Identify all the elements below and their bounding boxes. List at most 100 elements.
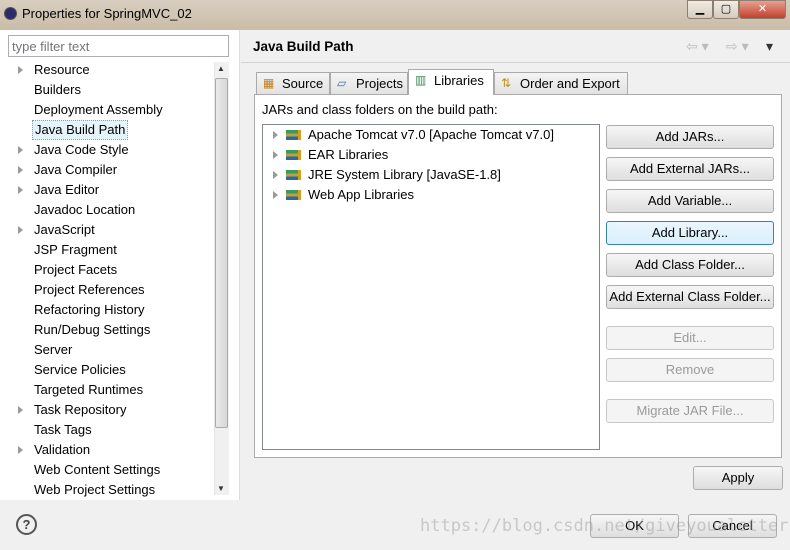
order-export-icon: ⇅ bbox=[501, 76, 512, 90]
expand-icon[interactable] bbox=[18, 166, 23, 174]
tab-projects[interactable]: ▱ Projects bbox=[330, 72, 408, 94]
scroll-thumb[interactable] bbox=[215, 78, 228, 428]
migrate-jar-button[interactable]: Migrate JAR File... bbox=[606, 399, 774, 423]
sidebar-item[interactable]: Task Repository bbox=[0, 400, 214, 420]
sidebar-item-label: Java Code Style bbox=[34, 142, 129, 157]
add-variable-button[interactable]: Add Variable... bbox=[606, 189, 774, 213]
sidebar-item[interactable]: Refactoring History bbox=[0, 300, 214, 320]
sidebar-item[interactable]: Task Tags bbox=[0, 420, 214, 440]
library-icon bbox=[286, 190, 301, 200]
sidebar-item[interactable]: Web Project Settings bbox=[0, 480, 214, 500]
minimize-button[interactable]: ▁ bbox=[687, 0, 713, 19]
sidebar-item-label: Refactoring History bbox=[34, 302, 145, 317]
sidebar-item[interactable]: Java Compiler bbox=[0, 160, 214, 180]
divider bbox=[241, 62, 790, 63]
window-title: Properties for SpringMVC_02 bbox=[22, 6, 192, 21]
sidebar-item[interactable]: Javadoc Location bbox=[0, 200, 214, 220]
scroll-up-icon[interactable]: ▲ bbox=[217, 64, 225, 73]
sidebar-item[interactable]: Validation bbox=[0, 440, 214, 460]
tab-order-export[interactable]: ⇅ Order and Export bbox=[494, 72, 628, 94]
back-icon[interactable]: ⇦ ▾ bbox=[686, 38, 709, 55]
preferences-tree: Resource Builders Deployment Assembly Java … bbox=[0, 60, 214, 500]
library-icon bbox=[286, 150, 301, 160]
expand-icon[interactable] bbox=[273, 151, 278, 159]
expand-icon[interactable] bbox=[273, 131, 278, 139]
tab-label: Source bbox=[282, 76, 324, 91]
library-icon bbox=[286, 130, 301, 140]
sidebar-item[interactable]: Web Content Settings bbox=[0, 460, 214, 480]
expand-icon[interactable] bbox=[18, 186, 23, 194]
sidebar-item[interactable]: Project References bbox=[0, 280, 214, 300]
sidebar-item-label: Resource bbox=[34, 62, 90, 77]
library-label: Web App Libraries bbox=[308, 187, 414, 202]
apply-button[interactable]: Apply bbox=[693, 466, 783, 490]
sidebar-item-label: JavaScript bbox=[34, 222, 95, 237]
sidebar-item-label: Run/Debug Settings bbox=[34, 322, 151, 337]
sidebar-item[interactable]: Server bbox=[0, 340, 214, 360]
expand-icon[interactable] bbox=[18, 406, 23, 414]
sidebar-item-label: Service Policies bbox=[34, 362, 126, 377]
expand-icon[interactable] bbox=[18, 446, 23, 454]
sidebar-item[interactable]: Java Build Path bbox=[0, 120, 214, 140]
sidebar-item-label: JSP Fragment bbox=[34, 242, 117, 257]
sidebar-item[interactable]: Java Editor bbox=[0, 180, 214, 200]
tab-source[interactable]: ▦ Source bbox=[256, 72, 330, 94]
sidebar-item-label: Task Repository bbox=[34, 402, 127, 417]
library-icon bbox=[286, 170, 301, 180]
sidebar-item-label: Javadoc Location bbox=[34, 202, 136, 217]
add-external-class-folder-button[interactable]: Add External Class Folder... bbox=[606, 285, 774, 309]
expand-icon[interactable] bbox=[273, 171, 278, 179]
sidebar-item-label: Java Build Path bbox=[32, 120, 129, 140]
edit-button[interactable]: Edit... bbox=[606, 326, 774, 350]
sidebar-item-label: Project Facets bbox=[34, 262, 118, 277]
sidebar-item[interactable]: Resource bbox=[0, 60, 214, 80]
tab-label: Projects bbox=[356, 76, 403, 91]
tab-libraries[interactable]: ▥ Libraries bbox=[408, 69, 494, 95]
help-icon[interactable]: ? bbox=[16, 514, 37, 535]
filter-input[interactable] bbox=[8, 35, 229, 57]
close-button[interactable]: ✕ bbox=[739, 0, 786, 19]
sidebar-item-label: Server bbox=[34, 342, 73, 357]
forward-icon[interactable]: ⇨ ▾ bbox=[726, 38, 749, 55]
sidebar-item[interactable]: Run/Debug Settings bbox=[0, 320, 214, 340]
sidebar-item-label: Web Project Settings bbox=[34, 482, 156, 497]
add-library-button[interactable]: Add Library... bbox=[606, 221, 774, 245]
sidebar-item-label: Deployment Assembly bbox=[34, 102, 163, 117]
sidebar-item-label: Java Editor bbox=[34, 182, 100, 197]
sidebar-item-label: Validation bbox=[34, 442, 91, 457]
remove-button[interactable]: Remove bbox=[606, 358, 774, 382]
expand-icon[interactable] bbox=[18, 226, 23, 234]
cancel-button[interactable]: Cancel bbox=[688, 514, 777, 538]
expand-icon[interactable] bbox=[18, 66, 23, 74]
tab-label: Libraries bbox=[434, 73, 484, 88]
expand-icon[interactable] bbox=[273, 191, 278, 199]
sidebar-item[interactable]: JavaScript bbox=[0, 220, 214, 240]
sidebar-item[interactable]: Targeted Runtimes bbox=[0, 380, 214, 400]
sidebar-item-label: Web Content Settings bbox=[34, 462, 161, 477]
library-label: Apache Tomcat v7.0 [Apache Tomcat v7.0] bbox=[308, 127, 554, 142]
library-list[interactable]: Apache Tomcat v7.0 [Apache Tomcat v7.0] … bbox=[262, 124, 600, 450]
sidebar-item-label: Java Compiler bbox=[34, 162, 118, 177]
libraries-icon: ▥ bbox=[415, 73, 427, 87]
sidebar-item-label: Project References bbox=[34, 282, 145, 297]
eclipse-icon bbox=[4, 7, 17, 20]
scroll-down-icon[interactable]: ▼ bbox=[217, 484, 225, 493]
sidebar-item[interactable]: Project Facets bbox=[0, 260, 214, 280]
add-jars-button[interactable]: Add JARs... bbox=[606, 125, 774, 149]
sidebar-item[interactable]: Deployment Assembly bbox=[0, 100, 214, 120]
sidebar-item-label: Builders bbox=[34, 82, 81, 97]
view-menu-icon[interactable]: ▾ bbox=[766, 38, 773, 55]
sidebar-item[interactable]: Builders bbox=[0, 80, 214, 100]
ok-button[interactable]: OK bbox=[590, 514, 679, 538]
sidebar-item[interactable]: JSP Fragment bbox=[0, 240, 214, 260]
sidebar-item[interactable]: Service Policies bbox=[0, 360, 214, 380]
sidebar-item-label: Task Tags bbox=[34, 422, 92, 437]
sidebar-item-label: Targeted Runtimes bbox=[34, 382, 144, 397]
library-label: EAR Libraries bbox=[308, 147, 389, 162]
add-class-folder-button[interactable]: Add Class Folder... bbox=[606, 253, 774, 277]
sidebar-item[interactable]: Java Code Style bbox=[0, 140, 214, 160]
page-title: Java Build Path bbox=[253, 39, 354, 54]
expand-icon[interactable] bbox=[18, 146, 23, 154]
add-external-jars-button[interactable]: Add External JARs... bbox=[606, 157, 774, 181]
maximize-button[interactable]: ▢ bbox=[713, 0, 739, 19]
